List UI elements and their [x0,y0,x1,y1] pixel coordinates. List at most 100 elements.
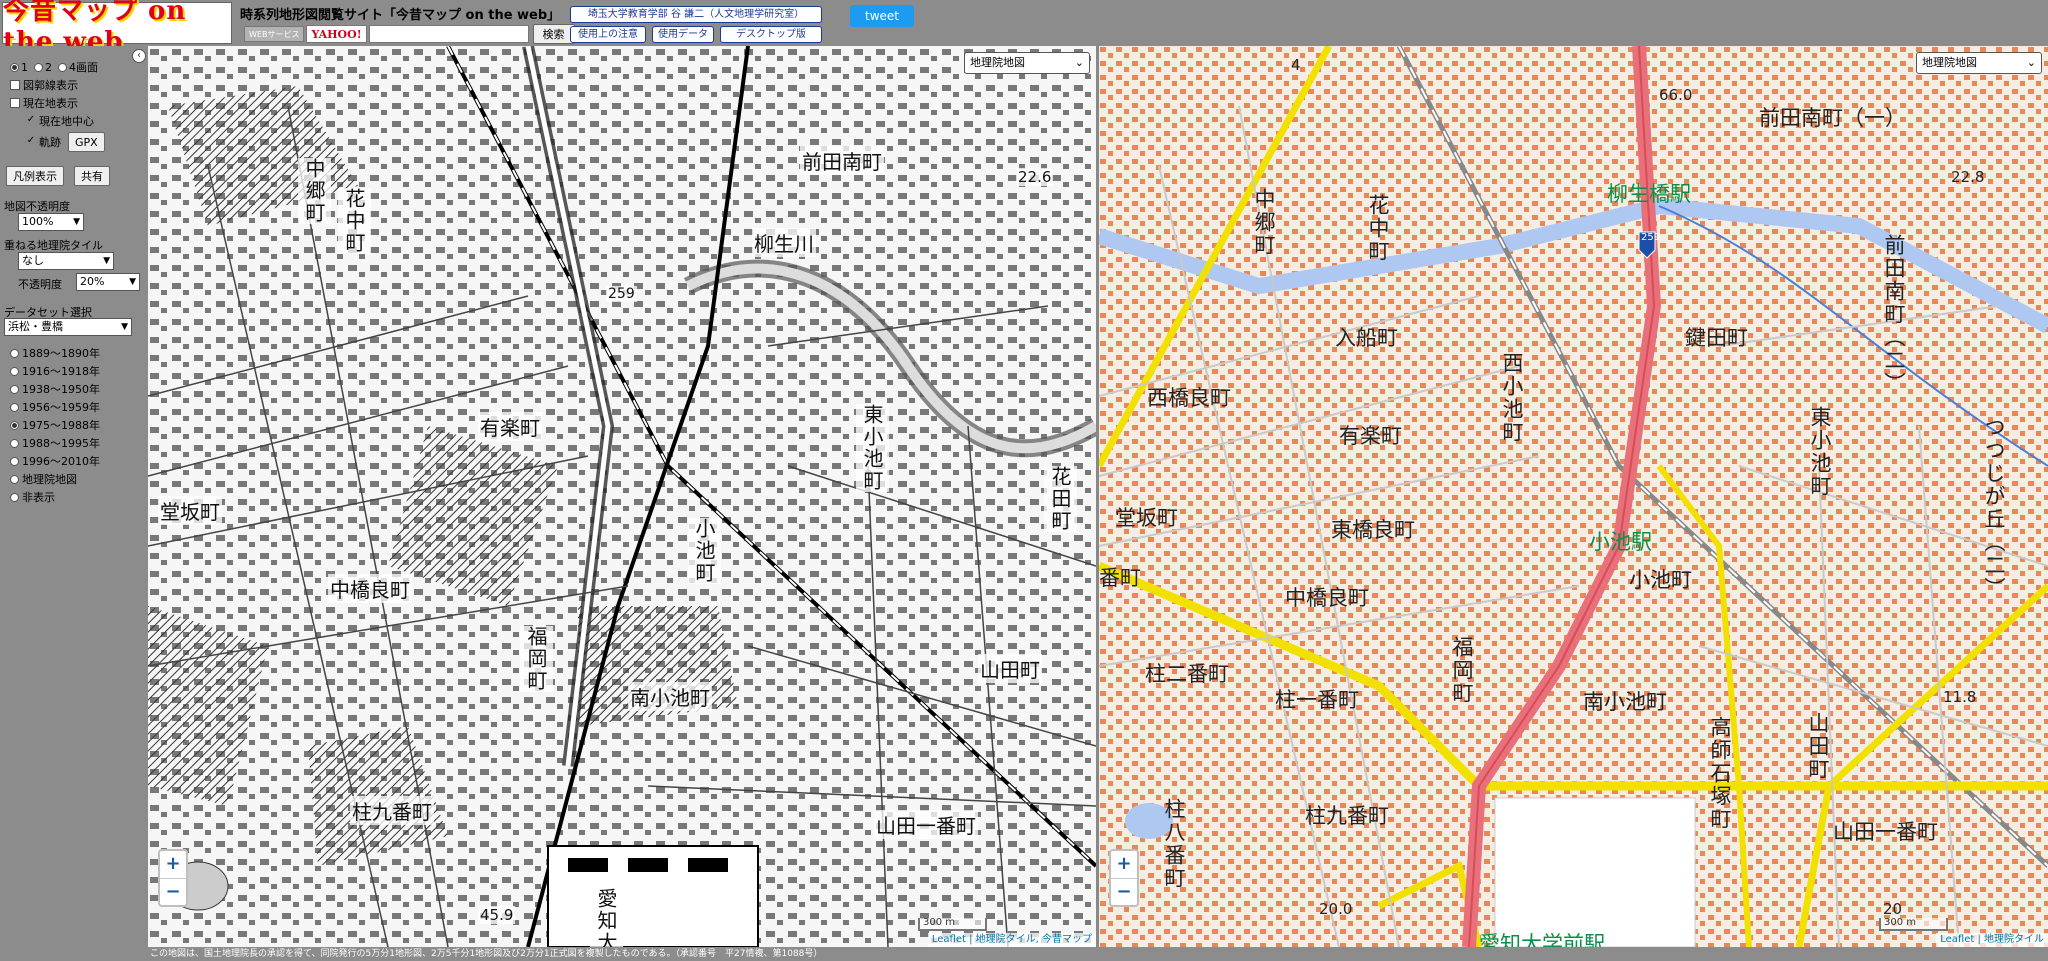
label-hashira-1: 柱一番町 [1275,688,1359,712]
zoom-in-button[interactable]: + [160,851,186,879]
period-option[interactable]: 1956～1959年 [10,399,100,415]
label-takashi-ishizuka: 高師石塚町 [1708,716,1732,831]
chevron-down-icon: ▼ [121,322,128,332]
author-link[interactable]: 埼玉大学教育学部 谷 謙二（人文地理学研究室） [570,6,822,23]
radio-icon [10,402,19,412]
screen-option-1[interactable]: 1 [10,61,28,74]
label-elevation: 45.9 [478,906,516,924]
label-higashi-koike: 東小池町 [856,404,889,492]
period-option-label: 1988～1995年 [22,437,100,450]
label-dosaka: 堂坂町 [158,496,222,525]
track-toggle[interactable]: ✓ 軌跡 GPX [26,132,105,152]
label-naka-hashira: 中橋良町 [1285,586,1369,610]
overlay-opacity-select[interactable]: 20% ▼ [76,273,140,291]
grid-toggle[interactable]: 図郭線表示 [10,77,78,93]
label-yamada: 山田町 [978,654,1042,683]
label-elevation: 22.8 [1951,168,1985,186]
left-layer-select[interactable]: 地理院地図 ⌄ [964,52,1090,74]
radio-icon [10,62,19,72]
share-button[interactable]: 共有 [74,166,110,186]
modern-map-canvas[interactable] [1099,46,2048,947]
label-minami-koike: 南小池町 [1583,690,1667,714]
overlay-tile-select[interactable]: なし ▼ [18,252,114,270]
usage-notes-link[interactable]: 使用上の注意 [570,26,646,43]
radio-icon [10,492,19,502]
period-option[interactable]: 1889～1890年 [10,345,100,361]
sidebar: ‹ 1 2 4画面 図郭線表示 現在地表示 ✓ 現在地中心 ✓ 軌跡 GPX 凡… [0,46,148,954]
left-attribution[interactable]: Leaflet | 地理院タイル, 今昔マップ [927,933,1096,947]
label-fukuoka: 福岡町 [1450,636,1474,705]
collapse-sidebar-icon[interactable]: ‹ [132,49,146,63]
legend-button[interactable]: 凡例表示 [6,166,64,186]
label-hana-naka: 花中町 [1366,194,1390,263]
label-hashira-2: 柱二番町 [1145,662,1229,686]
screen-option-2[interactable]: 2 [34,61,52,74]
gpx-button[interactable]: GPX [68,132,105,152]
site-logo[interactable]: 今昔マップ on the web [2,0,232,57]
label-elevation: 66.0 [1659,86,1693,104]
label-elevation: 20.0 [1319,900,1353,918]
period-option[interactable]: 地理院地図 [10,471,77,487]
web-service-badge: WEBサービス [244,26,305,42]
overlay-label: 重ねる地理院タイル [4,237,103,253]
checkmark-icon: ✓ [26,114,36,125]
label-yamada: 山田町 [1806,712,1830,781]
label-maeda-minami-1: 前田南町（一） [1759,106,1906,130]
yahoo-logo: YAHOO! [306,25,367,43]
label-hanada: 花田町 [1044,466,1077,532]
label-naka-hashira: 中橋良町 [328,574,412,603]
label-elevation: 22.6 [1016,168,1054,186]
screen-option-label: 1 [21,60,28,74]
historic-map-pane[interactable]: 前田南町 中郷町 花中町 有楽町 堂坂町 中橋良町 東小池町 花田町 山田町 福… [148,46,1096,947]
overlay-opacity-label-text: 不透明度 [18,278,62,291]
label-nishi-hashira: 西橋良町 [1147,386,1231,410]
data-used-link[interactable]: 使用データ [652,26,714,43]
right-layer-value: 地理院地図 [1922,56,1977,69]
radio-icon [10,366,19,376]
tweet-button[interactable]: tweet [850,5,914,27]
label-koike-station: 小池駅 [1589,530,1652,554]
search-button[interactable]: 検索 [532,24,575,44]
label-maeda-minami-2: 前田南町（二） [1882,234,1906,395]
period-option[interactable]: 1938～1950年 [10,381,100,397]
period-option-label: 1889～1890年 [22,347,100,360]
period-option[interactable]: 1996～2010年 [10,453,100,469]
right-attribution[interactable]: Leaflet | 地理院タイル [1936,933,2048,947]
dataset-select[interactable]: 浜松・豊橋 ▼ [4,318,132,336]
center-location-toggle[interactable]: ✓ 現在地中心 [26,113,94,129]
label-tsutsujigaoka: つつじが丘（二） [1982,416,2006,600]
period-option-label: 1938～1950年 [22,383,100,396]
location-toggle[interactable]: 現在地表示 [10,95,78,111]
checkmark-icon: ✓ [26,135,36,146]
period-option[interactable]: 1988～1995年 [10,435,100,451]
label-naka-go: 中郷町 [1252,188,1276,257]
label-higashi-koike: 東小池町 [1808,406,1832,498]
desktop-version-link[interactable]: デスクトップ版 [720,26,822,43]
label-elevation: 20 [1883,900,1903,918]
zoom-out-button[interactable]: − [160,879,186,906]
zoom-in-button[interactable]: + [1111,851,1137,879]
overlay-label-text: 重ねる地理院タイル [4,239,103,252]
place-search-input[interactable] [368,25,529,43]
zoom-out-button[interactable]: − [1111,879,1137,906]
map-opacity-select[interactable]: 100% ▼ [18,213,84,231]
label-yamada-1: 山田一番町 [1833,820,1938,844]
screen-option-4[interactable]: 4画面 [58,59,98,75]
label-koike: 小池町 [1629,568,1692,592]
period-option[interactable]: 1975～1988年 [10,417,100,433]
label-hashira-9: 柱九番町 [1305,804,1389,828]
location-toggle-label: 現在地表示 [23,97,78,110]
screen-count-options: 1 2 4画面 [10,59,98,75]
screen-option-label: 4画面 [69,61,98,74]
period-option-label: 1975～1988年 [22,419,100,432]
period-option[interactable]: 1916～1918年 [10,363,100,379]
modern-map-pane[interactable]: 柳生橋駅 小池駅 前田南町（一） 前田南町（二） 中郷町 花中町 入船町 鍵田町… [1099,46,2048,947]
right-scale-bar: 300 m [1879,918,1948,931]
right-layer-select[interactable]: 地理院地図 ⌄ [1916,52,2042,74]
label-hana-naka: 花中町 [338,188,371,254]
label-yagyu-river: 柳生川 [752,228,816,257]
period-option-label: 1996～2010年 [22,455,100,468]
period-option[interactable]: 非表示 [10,489,55,505]
chevron-down-icon: ▼ [73,217,80,227]
screen-option-label: 2 [45,60,52,74]
